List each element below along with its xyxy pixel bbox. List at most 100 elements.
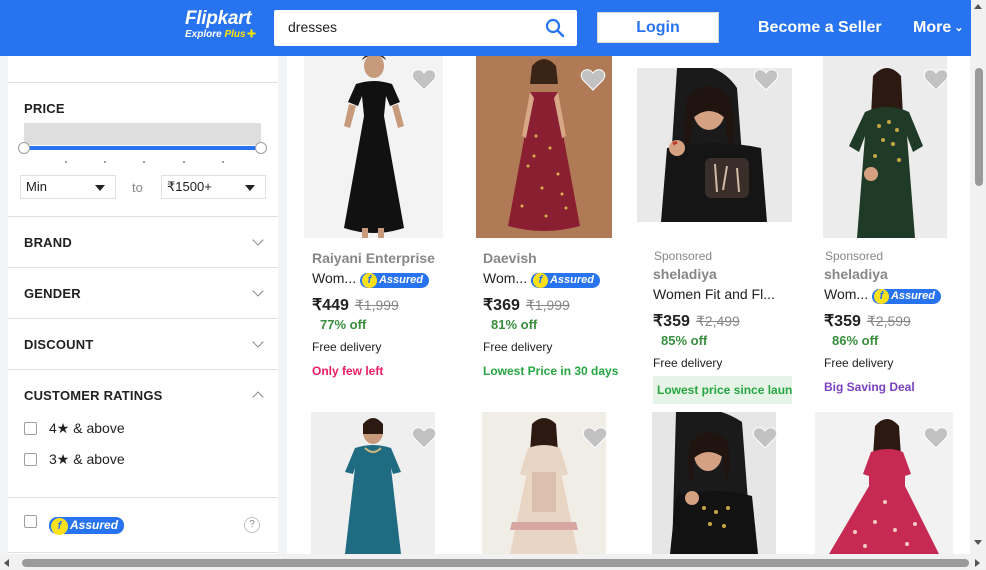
product-tag: Only few left xyxy=(312,364,384,378)
product-title[interactable]: Women Fit and Fl... xyxy=(653,286,775,302)
product-title[interactable]: Wom... f Assured xyxy=(483,270,600,288)
ratings-filter-title: CUSTOMER RATINGS xyxy=(24,388,163,403)
gender-filter-title: GENDER xyxy=(24,286,81,301)
discount-filter-title: DISCOUNT xyxy=(24,337,94,352)
divider xyxy=(8,318,278,319)
price-row: ₹369 ₹1,999 xyxy=(483,295,570,315)
assured-filter[interactable]: f Assured xyxy=(24,515,125,535)
f-assured-icon: f xyxy=(532,273,548,288)
rating-option-4[interactable]: 4★ & above xyxy=(24,420,125,437)
horizontal-scrollbar-thumb[interactable] xyxy=(22,559,969,567)
delivery-info: Free delivery xyxy=(312,340,382,354)
wishlist-heart-icon[interactable] xyxy=(752,426,778,450)
plus-icon xyxy=(247,29,256,38)
product-title[interactable]: Wom... f Assured xyxy=(312,270,429,288)
scroll-left-arrow-icon[interactable] xyxy=(4,559,9,567)
delivery-info: Free delivery xyxy=(653,356,723,370)
search-icon[interactable] xyxy=(545,18,565,38)
price-row: ₹449 ₹1,999 xyxy=(312,295,399,315)
price-tick xyxy=(222,161,224,163)
logo-subtext: Explore Plus xyxy=(185,29,256,41)
chevron-down-icon xyxy=(252,234,264,246)
product-brand: Raiyani Enterprise xyxy=(312,250,435,266)
assured-label: Assured xyxy=(378,274,423,286)
divider xyxy=(8,216,278,217)
price-slider-max-handle[interactable] xyxy=(255,142,267,154)
product-tag: Lowest Price in 30 days xyxy=(483,364,619,378)
checkbox[interactable] xyxy=(24,422,37,435)
logo-text: Flipkart xyxy=(185,8,252,29)
help-icon[interactable]: ? xyxy=(244,517,260,533)
checkbox[interactable] xyxy=(24,515,37,528)
product-card[interactable]: Daevish Wom... f Assured ₹369 ₹1,999 81% o… xyxy=(458,56,628,396)
price-min-select[interactable]: Min xyxy=(20,175,116,199)
wishlist-heart-icon[interactable] xyxy=(580,68,606,92)
price-max-select[interactable]: ₹1500+ xyxy=(161,175,266,199)
product-card[interactable] xyxy=(287,406,457,554)
rating-option-label: 4★ & above xyxy=(49,420,125,436)
divider xyxy=(8,497,278,498)
search-box xyxy=(274,10,577,46)
wishlist-heart-icon[interactable] xyxy=(411,426,437,450)
product-card[interactable] xyxy=(800,406,970,554)
wishlist-heart-icon[interactable] xyxy=(411,68,437,92)
product-title[interactable]: Wom... f Assured xyxy=(824,286,941,304)
product-tag: Big Saving Deal xyxy=(824,380,915,394)
price-histogram xyxy=(24,123,261,145)
product-title-text: Wom... xyxy=(312,270,357,286)
flipkart-logo[interactable]: Flipkart Explore Plus xyxy=(185,9,256,41)
chevron-down-icon xyxy=(252,285,264,297)
f-assured-icon: f xyxy=(361,273,377,288)
price-slider-min-handle[interactable] xyxy=(18,142,30,154)
product-price: ₹359 xyxy=(824,313,861,330)
assured-badge: f Assured xyxy=(359,273,429,288)
assured-badge: f Assured xyxy=(530,273,600,288)
product-card[interactable] xyxy=(629,406,799,554)
filters-sidebar: PRICE Min to ₹1500+ BRAND GENDER DISCOUN… xyxy=(8,56,278,554)
caret-down-icon xyxy=(95,185,105,191)
scroll-down-arrow-icon[interactable] xyxy=(974,540,982,545)
scroll-up-arrow-icon[interactable] xyxy=(974,4,982,9)
assured-label: Assured xyxy=(70,518,119,532)
chevron-up-icon xyxy=(252,391,264,403)
search-input[interactable] xyxy=(288,19,538,35)
product-card[interactable]: Sponsored sheladiya Wom... f Assured ₹359… xyxy=(800,56,970,406)
product-card[interactable] xyxy=(458,406,628,554)
top-header: Flipkart Explore Plus Login Become a Sel… xyxy=(0,0,971,56)
price-tick xyxy=(104,161,106,163)
checkbox[interactable] xyxy=(24,453,37,466)
wishlist-heart-icon[interactable] xyxy=(753,68,779,92)
wishlist-heart-icon[interactable] xyxy=(923,68,949,92)
vertical-scrollbar-thumb[interactable] xyxy=(975,68,983,186)
price-tick xyxy=(65,161,67,163)
product-mrp: ₹2,499 xyxy=(695,313,740,329)
login-button[interactable]: Login xyxy=(597,12,719,43)
sponsored-label: Sponsored xyxy=(825,249,884,263)
f-assured-icon: f xyxy=(51,518,68,535)
product-card[interactable]: Sponsored sheladiya Women Fit and Fl... … xyxy=(629,56,799,406)
discount-percent: 77% off xyxy=(320,317,367,332)
price-max-value: ₹1500+ xyxy=(167,179,212,194)
logo-plus: Plus xyxy=(224,29,246,40)
price-to-label: to xyxy=(132,180,143,195)
become-seller-link[interactable]: Become a Seller xyxy=(758,19,882,37)
price-slider-track[interactable] xyxy=(24,146,261,150)
product-mrp: ₹2,599 xyxy=(866,313,911,329)
product-mrp: ₹1,999 xyxy=(354,297,399,313)
divider xyxy=(8,369,278,370)
more-menu[interactable]: More ⌄ xyxy=(913,19,963,37)
brand-filter-title: BRAND xyxy=(24,235,72,250)
more-label: More xyxy=(913,19,952,36)
wishlist-heart-icon[interactable] xyxy=(582,426,608,450)
product-mrp: ₹1,999 xyxy=(525,297,570,313)
product-card[interactable]: Raiyani Enterprise Wom... f Assured ₹449 ₹… xyxy=(287,56,457,396)
wishlist-heart-icon[interactable] xyxy=(923,426,949,450)
price-row: ₹359 ₹2,599 xyxy=(824,311,911,331)
product-title-text: Wom... xyxy=(824,286,869,302)
scroll-right-arrow-icon[interactable] xyxy=(975,559,980,567)
assured-badge: f Assured xyxy=(871,289,941,304)
rating-option-3[interactable]: 3★ & above xyxy=(24,451,125,468)
product-tag: Lowest price since launch xyxy=(653,376,792,404)
product-brand: sheladiya xyxy=(824,266,888,282)
price-row: ₹359 ₹2,499 xyxy=(653,311,740,331)
